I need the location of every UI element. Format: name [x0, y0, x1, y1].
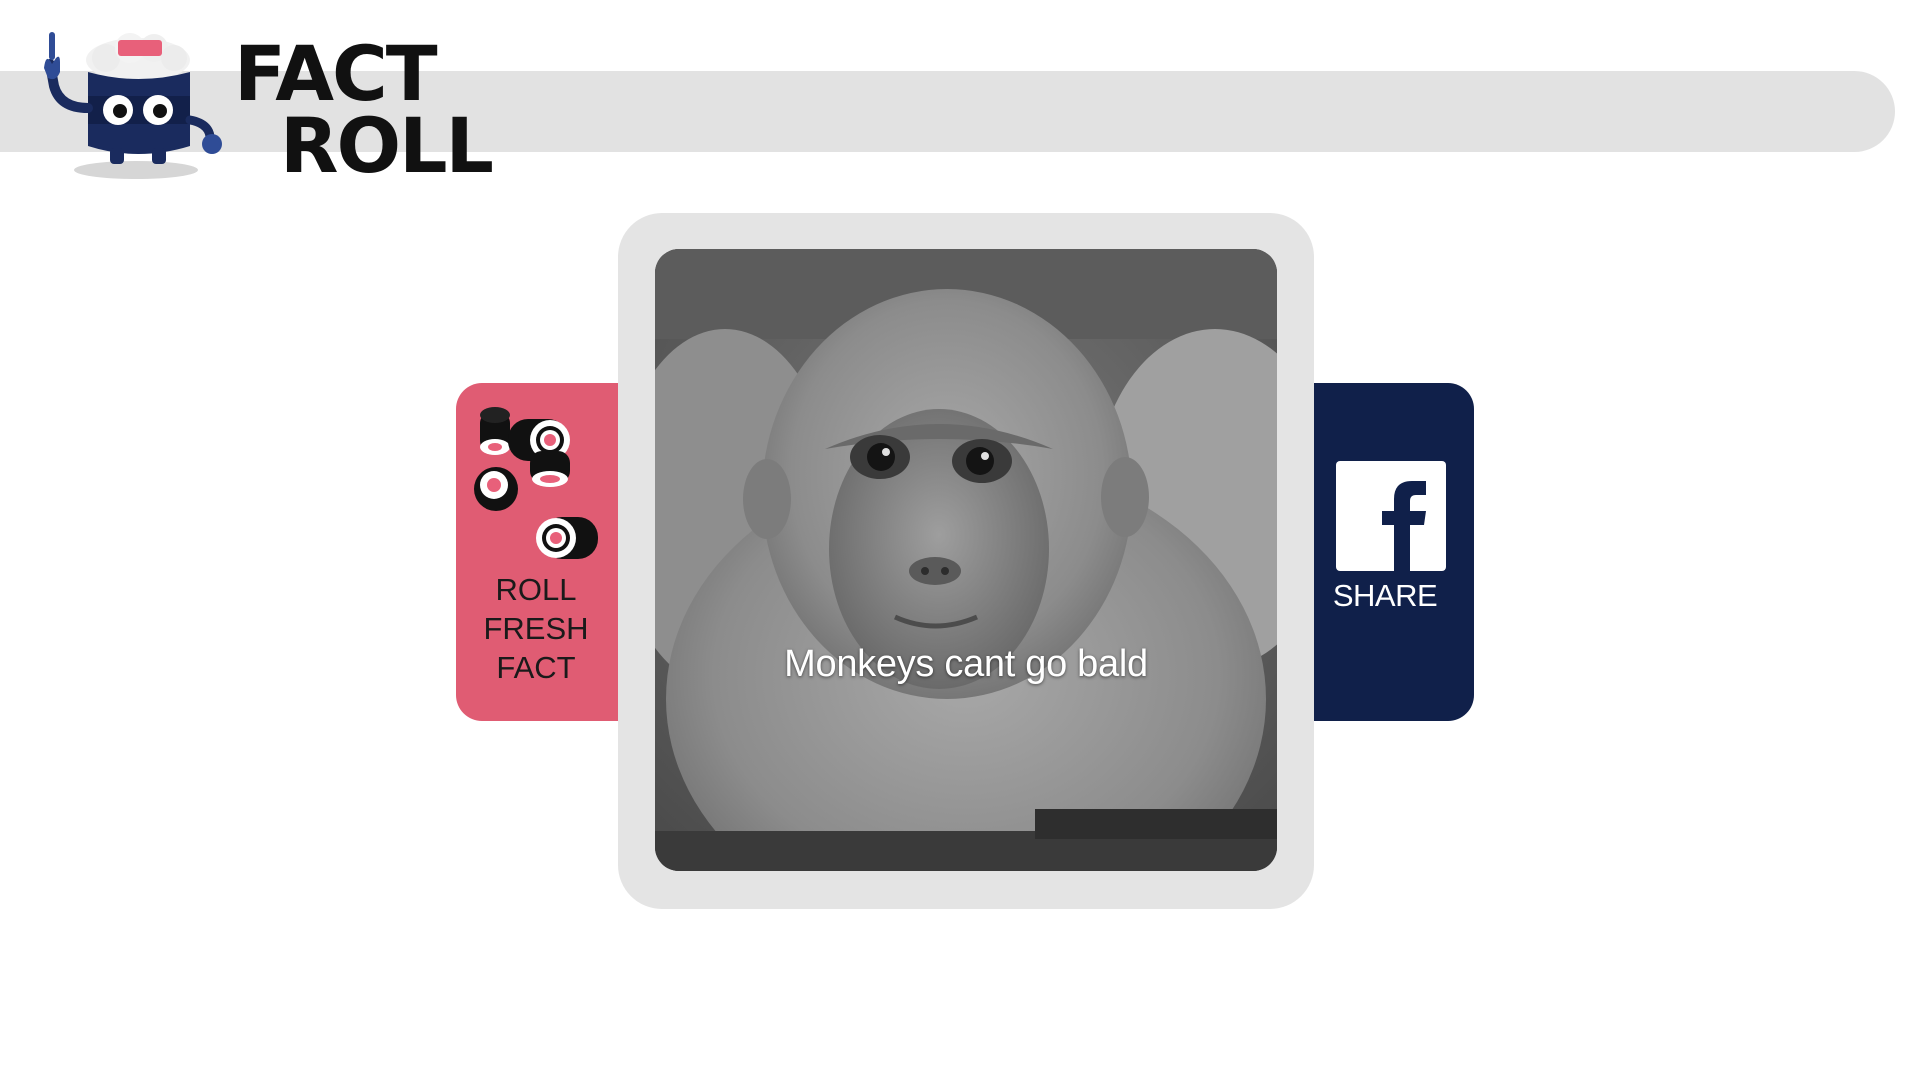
sushi-rolls-icon	[474, 407, 598, 559]
roll-label-line: ROLL	[495, 572, 577, 607]
sushi-mascot-icon	[44, 32, 222, 179]
fact-text: Monkeys cant go bald	[784, 643, 1148, 685]
roll-button-label: ROLL FRESH FACT	[456, 570, 616, 687]
page: FACT ROLL ROLL FRESH FACT SHARE Monkeys …	[0, 0, 1920, 1080]
fact-card: Monkeys cant go bald	[618, 213, 1314, 909]
share-label: SHARE	[1332, 578, 1438, 613]
monkey-photo: Monkeys cant go bald	[655, 249, 1277, 871]
roll-label-line: FRESH	[483, 611, 589, 646]
facebook-icon	[1336, 461, 1446, 571]
fact-roll-logo[interactable]: FACT ROLL	[26, 24, 494, 184]
roll-label-line: FACT	[496, 650, 576, 685]
logo-word-roll: ROLL	[280, 101, 494, 190]
